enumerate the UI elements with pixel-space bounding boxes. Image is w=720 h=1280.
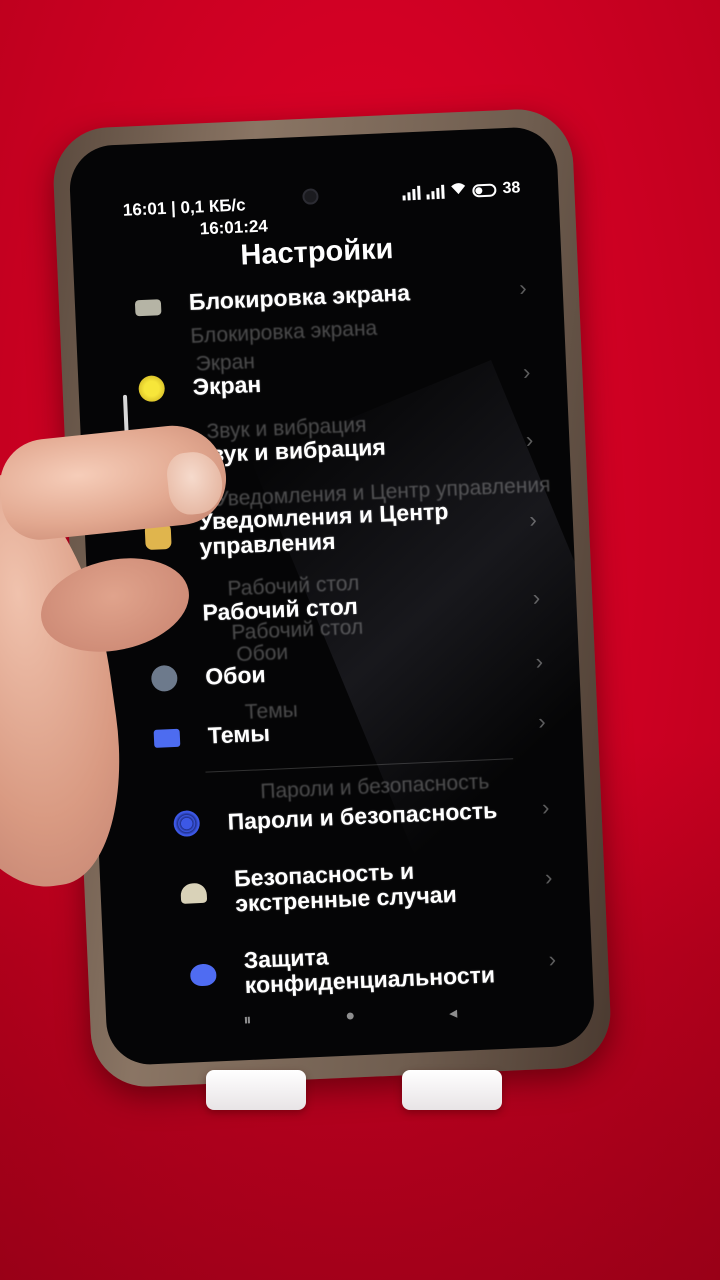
settings-item-label: Обои	[204, 660, 267, 690]
chevron-right-icon: ›	[548, 946, 557, 972]
status-seconds-clock: 16:01:24	[199, 216, 269, 239]
motion-ghost-label: Блокировка экрана	[189, 316, 378, 348]
settings-item-label: Безопасность и экстренные случаи	[233, 857, 458, 917]
chevron-right-icon: ›	[541, 794, 550, 821]
front-camera	[302, 188, 319, 205]
themes-icon	[153, 728, 181, 748]
settings-item-label: Темы	[207, 719, 271, 749]
wifi-icon	[450, 182, 467, 201]
chevron-right-icon: ›	[525, 427, 534, 453]
chevron-right-icon: ›	[518, 274, 528, 301]
battery-percent: 38	[502, 179, 521, 198]
chevron-right-icon: ›	[537, 708, 547, 734]
display-icon	[138, 375, 166, 403]
navigation-bar: ⏸ ● ◂	[196, 1001, 505, 1034]
privacy-icon	[189, 963, 217, 987]
chevron-right-icon: ›	[544, 864, 553, 890]
battery-icon	[472, 182, 497, 197]
home-button[interactable]: ●	[345, 1007, 356, 1027]
status-icons: 38	[402, 179, 521, 202]
chevron-right-icon: ›	[532, 584, 541, 611]
emergency-icon	[180, 882, 208, 904]
back-button[interactable]: ◂	[449, 1003, 458, 1023]
phone-stand-left	[206, 1070, 306, 1110]
chevron-right-icon: ›	[522, 359, 531, 385]
chevron-right-icon: ›	[528, 507, 538, 533]
lock-screen-icon	[134, 298, 162, 316]
settings-item-label: Экран	[192, 370, 262, 400]
signal-icon-2	[426, 184, 445, 200]
chevron-right-icon: ›	[535, 648, 544, 675]
settings-item-label: Защита конфиденциальности	[243, 943, 496, 999]
signal-icon	[402, 185, 421, 201]
recents-button[interactable]: ⏸	[243, 1012, 252, 1032]
phone-stand-right	[402, 1070, 502, 1110]
settings-item-lock-screen[interactable]: Блокировка экрана ›	[134, 275, 539, 318]
fingerprint-icon	[173, 809, 201, 838]
settings-item-privacy[interactable]: Защита конфиденциальности ›	[189, 934, 569, 1000]
wallpaper-icon	[150, 664, 178, 692]
settings-item-label: Блокировка экрана	[188, 279, 411, 315]
status-time-speed: 16:01 | 0,1 КБ/с	[122, 195, 246, 220]
page-title: Настройки	[239, 233, 395, 272]
